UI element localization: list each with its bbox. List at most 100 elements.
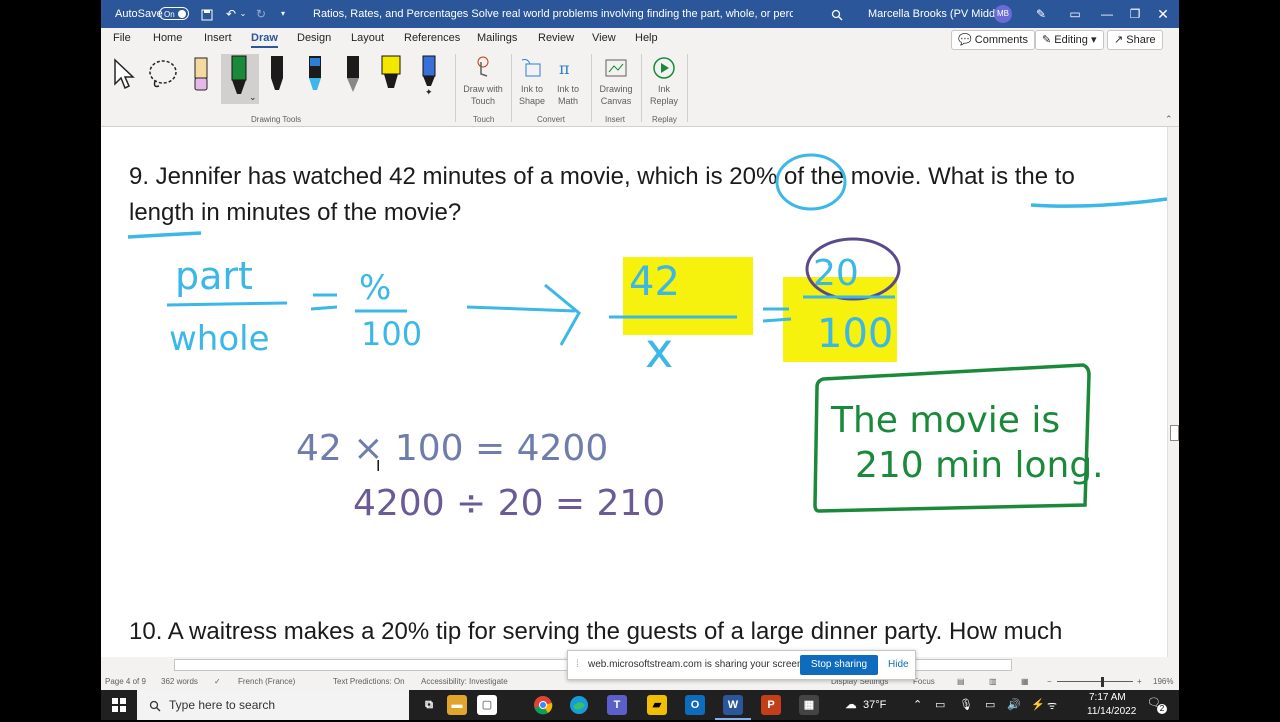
customize-toolbar-icon[interactable]: ▾ xyxy=(275,0,291,28)
touch-hand-icon xyxy=(477,56,489,77)
web-layout-icon[interactable]: ▦ xyxy=(1021,677,1029,686)
camera-icon[interactable]: ▭ xyxy=(935,698,945,711)
drawing-canvas-label-1: Drawing xyxy=(599,84,633,94)
network-icon[interactable]: ⚡ xyxy=(1031,698,1045,711)
arrow-line xyxy=(466,305,576,313)
highlighter-icon[interactable] xyxy=(379,54,403,96)
calc-line-2: 4200 ÷ 20 = 210 xyxy=(353,483,665,524)
ink-replay-button[interactable]: Ink Replay xyxy=(645,56,683,107)
task-view-icon[interactable]: ⧉ xyxy=(419,695,439,715)
scroll-thumb[interactable] xyxy=(1170,425,1179,441)
zoom-out-icon[interactable]: − xyxy=(1047,677,1052,686)
search-icon[interactable] xyxy=(829,0,845,28)
save-icon[interactable] xyxy=(199,0,215,28)
page-count[interactable]: Page 4 of 9 xyxy=(105,677,146,686)
comments-button[interactable]: 💬 Comments xyxy=(951,30,1035,50)
proofing-icon[interactable]: ✓ xyxy=(214,677,221,686)
green-pen-icon: ⌄ xyxy=(231,55,257,103)
show-hidden-icons-icon[interactable]: ⌃ xyxy=(913,698,922,711)
word-icon[interactable]: W xyxy=(723,695,743,715)
redo-icon[interactable]: ↻ xyxy=(253,0,269,28)
taskbar-search[interactable]: Type here to search xyxy=(137,690,409,720)
ink-to-shape-button[interactable]: Ink to Shape xyxy=(515,56,549,107)
ink-to-math-button[interactable]: π Ink to Math xyxy=(551,56,585,107)
lasso-select-icon[interactable] xyxy=(147,56,181,92)
editing-button[interactable]: ✎ Editing ▾ xyxy=(1035,30,1104,50)
ribbon-display-icon[interactable]: ▭ xyxy=(1067,0,1083,28)
autosave-toggle[interactable]: On xyxy=(159,7,189,20)
read-mode-icon[interactable]: ▤ xyxy=(957,677,965,686)
clock-date[interactable]: 11/14/2022 xyxy=(1087,706,1136,717)
underline-length xyxy=(127,231,202,239)
clock-time[interactable]: 7:17 AM xyxy=(1089,692,1126,703)
undo-dropdown-icon[interactable]: ⌄ xyxy=(235,0,251,28)
wifi-icon[interactable]: ᯤ xyxy=(1047,698,1057,713)
tab-home[interactable]: Home xyxy=(153,32,182,44)
language-status[interactable]: French (France) xyxy=(238,677,295,686)
text-cursor-icon: I xyxy=(376,458,381,475)
pen-icon[interactable]: ✎ xyxy=(1033,0,1049,28)
editing-label: Editing xyxy=(1054,34,1088,46)
accessibility-status[interactable]: Accessibility: Investigate xyxy=(421,677,508,686)
tab-review[interactable]: Review xyxy=(538,32,574,44)
battery-icon[interactable]: ▭ xyxy=(985,698,995,711)
black-pen-icon[interactable] xyxy=(267,54,287,96)
tab-draw[interactable]: Draw xyxy=(251,32,278,48)
tab-layout[interactable]: Layout xyxy=(351,32,384,44)
minimize-icon[interactable]: — xyxy=(1099,0,1115,28)
file-explorer-icon[interactable]: ▬ xyxy=(447,695,467,715)
zoom-level[interactable]: 196% xyxy=(1153,677,1173,686)
close-icon[interactable]: ✕ xyxy=(1155,0,1171,28)
select-cursor-icon[interactable] xyxy=(111,56,137,92)
chrome-icon[interactable] xyxy=(533,695,553,715)
zoom-slider[interactable] xyxy=(1057,681,1133,682)
tab-mailings[interactable]: Mailings xyxy=(477,32,517,44)
vertical-scrollbar[interactable] xyxy=(1167,127,1179,657)
weather-icon[interactable]: ☁ xyxy=(841,695,861,715)
drag-handle-icon[interactable]: ⁞ xyxy=(576,659,579,670)
tab-references[interactable]: References xyxy=(404,32,460,44)
tab-insert[interactable]: Insert xyxy=(204,32,232,44)
ink-x: x xyxy=(645,323,673,379)
tab-design[interactable]: Design xyxy=(297,32,331,44)
word-count[interactable]: 362 words xyxy=(161,677,198,686)
comments-label: Comments xyxy=(974,34,1028,46)
windows-start-icon[interactable] xyxy=(112,698,126,712)
ink-whole: whole xyxy=(169,319,270,359)
document-page[interactable]: 9. Jennifer has watched 42 minutes of a … xyxy=(101,127,1167,657)
zoom-slider-thumb[interactable] xyxy=(1101,677,1104,687)
eraser-icon[interactable] xyxy=(191,54,211,94)
action-pen-icon[interactable]: ✦ xyxy=(417,54,441,96)
tab-file[interactable]: File xyxy=(113,32,131,44)
share-button[interactable]: ↗ Share xyxy=(1107,30,1163,50)
sticky-notes-icon[interactable]: ▰ xyxy=(647,695,667,715)
print-layout-icon[interactable]: ▥ xyxy=(989,677,997,686)
restore-icon[interactable]: ❐ xyxy=(1127,0,1143,28)
edge-icon[interactable] xyxy=(569,695,589,715)
pencil-icon[interactable] xyxy=(343,54,363,96)
pen-selected[interactable]: ⌄ xyxy=(221,54,259,104)
text-predictions-status[interactable]: Text Predictions: On xyxy=(333,677,405,686)
draw-with-touch-button[interactable]: Draw with Touch xyxy=(461,56,505,107)
volume-icon[interactable]: 🔊 xyxy=(1007,698,1021,711)
calculator-icon[interactable]: ▦ xyxy=(799,695,819,715)
search-icon xyxy=(149,690,161,720)
hide-button[interactable]: Hide xyxy=(888,659,909,670)
teams-icon[interactable]: T xyxy=(607,695,627,715)
drawing-canvas-button[interactable]: Drawing Canvas xyxy=(595,56,637,107)
collapse-ribbon-icon[interactable]: ⌃ xyxy=(1165,114,1173,125)
microphone-icon[interactable]: 🎙 xyxy=(959,698,973,711)
outlook-icon[interactable]: O xyxy=(685,695,705,715)
focus-button[interactable]: Focus xyxy=(913,677,935,686)
user-name[interactable]: Marcella Brooks (PV Middle) xyxy=(868,0,1007,28)
temperature[interactable]: 37°F xyxy=(863,699,886,711)
store-icon[interactable]: ▢ xyxy=(477,695,497,715)
galaxy-pen-icon[interactable] xyxy=(305,54,325,96)
stop-sharing-button[interactable]: Stop sharing xyxy=(800,655,878,675)
tab-help[interactable]: Help xyxy=(635,32,658,44)
share-notice-text: web.microsoftstream.com is sharing your … xyxy=(588,659,806,670)
tab-view[interactable]: View xyxy=(592,32,616,44)
powerpoint-icon[interactable]: P xyxy=(761,695,781,715)
avatar[interactable]: MB xyxy=(994,5,1012,23)
zoom-in-icon[interactable]: + xyxy=(1137,677,1142,686)
